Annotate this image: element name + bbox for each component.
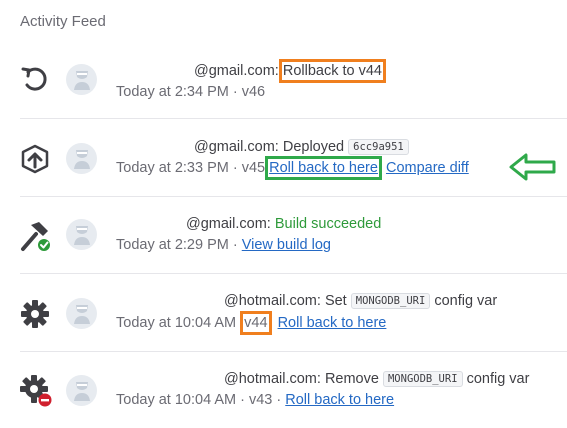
user-email: @hotmail.com [224,293,317,309]
activity-item-deploy: @gmail.com: Deployed 6cc9a951 Today at 2… [0,119,567,195]
roll-back-link[interactable]: Roll back to here [285,392,394,408]
rollback-icon [19,63,51,95]
timestamp: Today at 2:34 PM · v46 [116,84,266,100]
timestamp: Today at 2:29 PM · [116,237,238,253]
avatar [66,143,97,174]
activity-item-config-remove: @hotmail.com: Remove MONGODB_URI config … [0,352,567,428]
avatar [66,298,97,329]
gear-icon [19,298,51,330]
config-var-name: MONGODB_URI [382,371,463,387]
page-title: Activity Feed [20,13,106,30]
timestamp: Today at 10:04 AM · v43 · [116,392,282,408]
version-badge: v44 [240,311,272,335]
activity-feed: Activity Feed @gmail.com: Rollback to v4… [0,0,567,422]
view-build-log-link[interactable]: View build log [242,237,331,253]
annotation-arrow-icon [509,153,556,181]
user-email: @hotmail.com [224,371,317,387]
roll-back-link[interactable]: Roll back to here [265,156,382,180]
config-var-name: MONGODB_URI [350,293,431,309]
activity-item-rollback: @gmail.com: Rollback to v44 Today at 2:3… [0,42,567,118]
activity-item-build: @gmail.com: Build succeeded Today at 2:2… [0,197,567,273]
avatar [66,375,97,406]
user-email: @gmail.com [194,63,275,79]
user-email: @gmail.com [186,216,267,232]
compare-diff-link[interactable]: Compare diff [386,160,469,176]
user-email: @gmail.com [194,139,275,155]
timestamp: Today at 10:04 AM [116,315,237,331]
rollback-label: Rollback to v44 [278,59,387,83]
build-status: Build succeeded [274,216,382,232]
activity-item-config-set: @hotmail.com: Set MONGODB_URI config var… [0,274,567,350]
deploy-upload-icon [19,143,51,175]
gear-remove-icon [19,374,52,407]
timestamp: Today at 2:33 PM · v45 [116,160,266,176]
avatar [66,64,97,95]
build-hammer-icon [19,219,51,251]
roll-back-link[interactable]: Roll back to here [278,315,387,331]
commit-hash: 6cc9a951 [348,139,409,155]
avatar [66,219,97,250]
